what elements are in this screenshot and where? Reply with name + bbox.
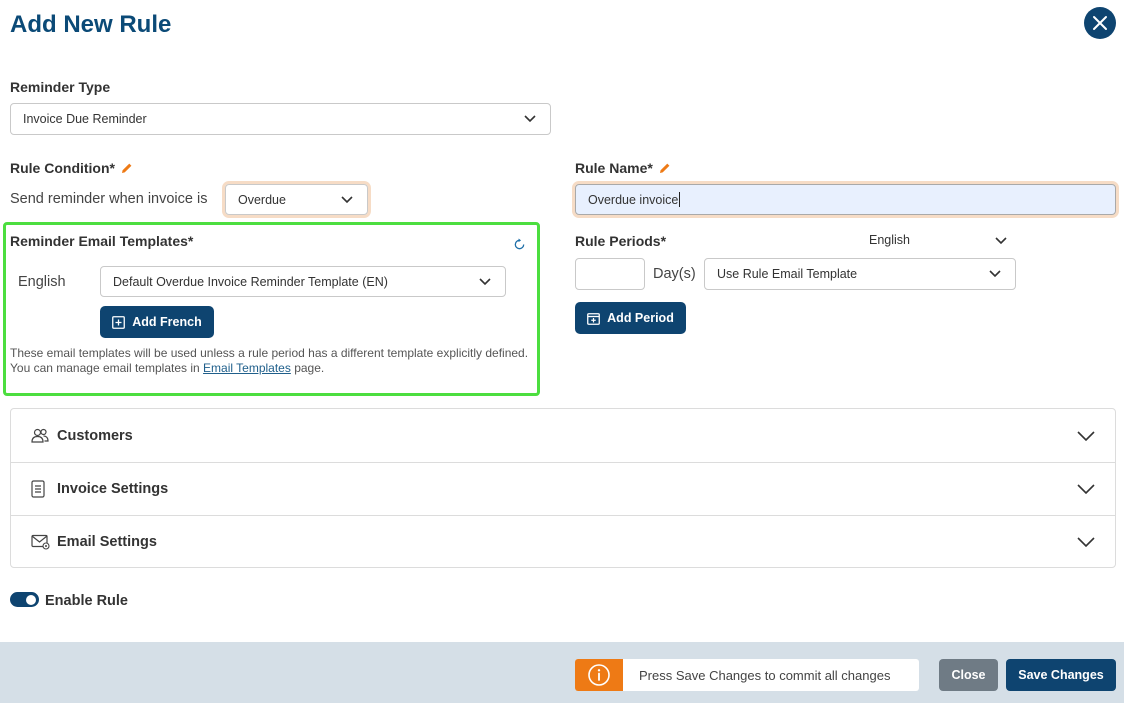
calendar-add-icon <box>587 312 601 325</box>
reminder-type-select[interactable]: Invoice Due Reminder <box>10 103 551 135</box>
accordion-customers[interactable]: Customers <box>11 409 1115 462</box>
templates-help-text: These email templates will be used unles… <box>10 346 535 376</box>
chevron-down-icon <box>1077 430 1095 441</box>
save-notice-text: Press Save Changes to commit all changes <box>639 667 891 683</box>
accordion-email-settings[interactable]: Email Settings <box>11 515 1115 568</box>
refresh-icon[interactable] <box>513 238 526 251</box>
periods-language-value: English <box>869 233 910 247</box>
period-template-value: Use Rule Email Template <box>717 267 858 281</box>
templates-label: Reminder Email Templates* <box>10 233 194 249</box>
settings-accordion: Customers Invoice Settings Email Setting… <box>10 408 1116 568</box>
email-templates-link[interactable]: Email Templates <box>203 361 291 375</box>
rule-periods-label: Rule Periods* <box>575 233 667 249</box>
chevron-down-icon <box>1077 537 1095 547</box>
condition-value: Overdue <box>238 192 286 207</box>
accordion-invoice-settings-label: Invoice Settings <box>57 481 169 497</box>
period-days-input[interactable] <box>575 258 645 290</box>
rule-name-label-text: Rule Name* <box>575 160 653 176</box>
help-text-after: page. <box>294 361 325 375</box>
add-period-button[interactable]: Add Period <box>575 302 686 334</box>
template-language-label: English <box>18 274 66 290</box>
page-title: Add New Rule <box>10 11 172 38</box>
chevron-down-icon <box>1077 484 1095 494</box>
rule-name-label: Rule Name* <box>575 160 671 177</box>
accordion-invoice-settings[interactable]: Invoice Settings <box>11 462 1115 515</box>
enable-rule-toggle[interactable] <box>10 592 39 607</box>
pencil-icon[interactable] <box>659 161 671 177</box>
rule-condition-label-text: Rule Condition* <box>10 160 115 176</box>
close-button[interactable]: Close <box>939 659 998 691</box>
rule-name-input[interactable]: Overdue invoice <box>575 184 1116 215</box>
add-rule-dialog: Add New Rule Reminder Type Invoice Due R… <box>0 0 1124 703</box>
add-french-label: Add French <box>132 315 202 329</box>
close-dialog-button[interactable] <box>1084 7 1116 39</box>
users-icon <box>31 428 49 444</box>
plus-square-icon <box>112 315 126 329</box>
periods-language-select[interactable]: English <box>869 233 1010 251</box>
chevron-down-icon <box>989 270 1001 278</box>
condition-sentence: Send reminder when invoice is <box>10 191 208 207</box>
add-french-button[interactable]: Add French <box>100 306 214 338</box>
close-icon <box>1093 16 1107 30</box>
email-settings-icon <box>31 534 50 550</box>
rule-condition-label: Rule Condition* <box>10 160 133 177</box>
reminder-type-value: Invoice Due Reminder <box>23 112 147 126</box>
condition-select[interactable]: Overdue <box>225 184 368 215</box>
accordion-customers-label: Customers <box>57 427 133 444</box>
save-notice: Press Save Changes to commit all changes <box>575 659 919 691</box>
document-icon <box>31 480 45 498</box>
chevron-down-icon <box>341 195 353 204</box>
chevron-down-icon <box>524 115 536 123</box>
template-value: Default Overdue Invoice Reminder Templat… <box>113 274 388 289</box>
text-caret <box>679 192 681 207</box>
template-select[interactable]: Default Overdue Invoice Reminder Templat… <box>100 266 506 297</box>
reminder-type-label: Reminder Type <box>10 79 111 95</box>
chevron-down-icon <box>479 277 491 286</box>
chevron-down-icon <box>995 237 1007 245</box>
enable-rule-label: Enable Rule <box>45 593 128 609</box>
rule-name-value: Overdue invoice <box>588 192 679 207</box>
period-template-select[interactable]: Use Rule Email Template <box>704 258 1016 290</box>
save-changes-button[interactable]: Save Changes <box>1006 659 1116 691</box>
days-label: Day(s) <box>653 266 696 282</box>
info-icon <box>575 659 623 691</box>
accordion-email-settings-label: Email Settings <box>57 534 157 550</box>
toggle-knob <box>26 594 36 605</box>
add-period-label: Add Period <box>607 311 674 325</box>
pencil-icon[interactable] <box>121 161 133 177</box>
